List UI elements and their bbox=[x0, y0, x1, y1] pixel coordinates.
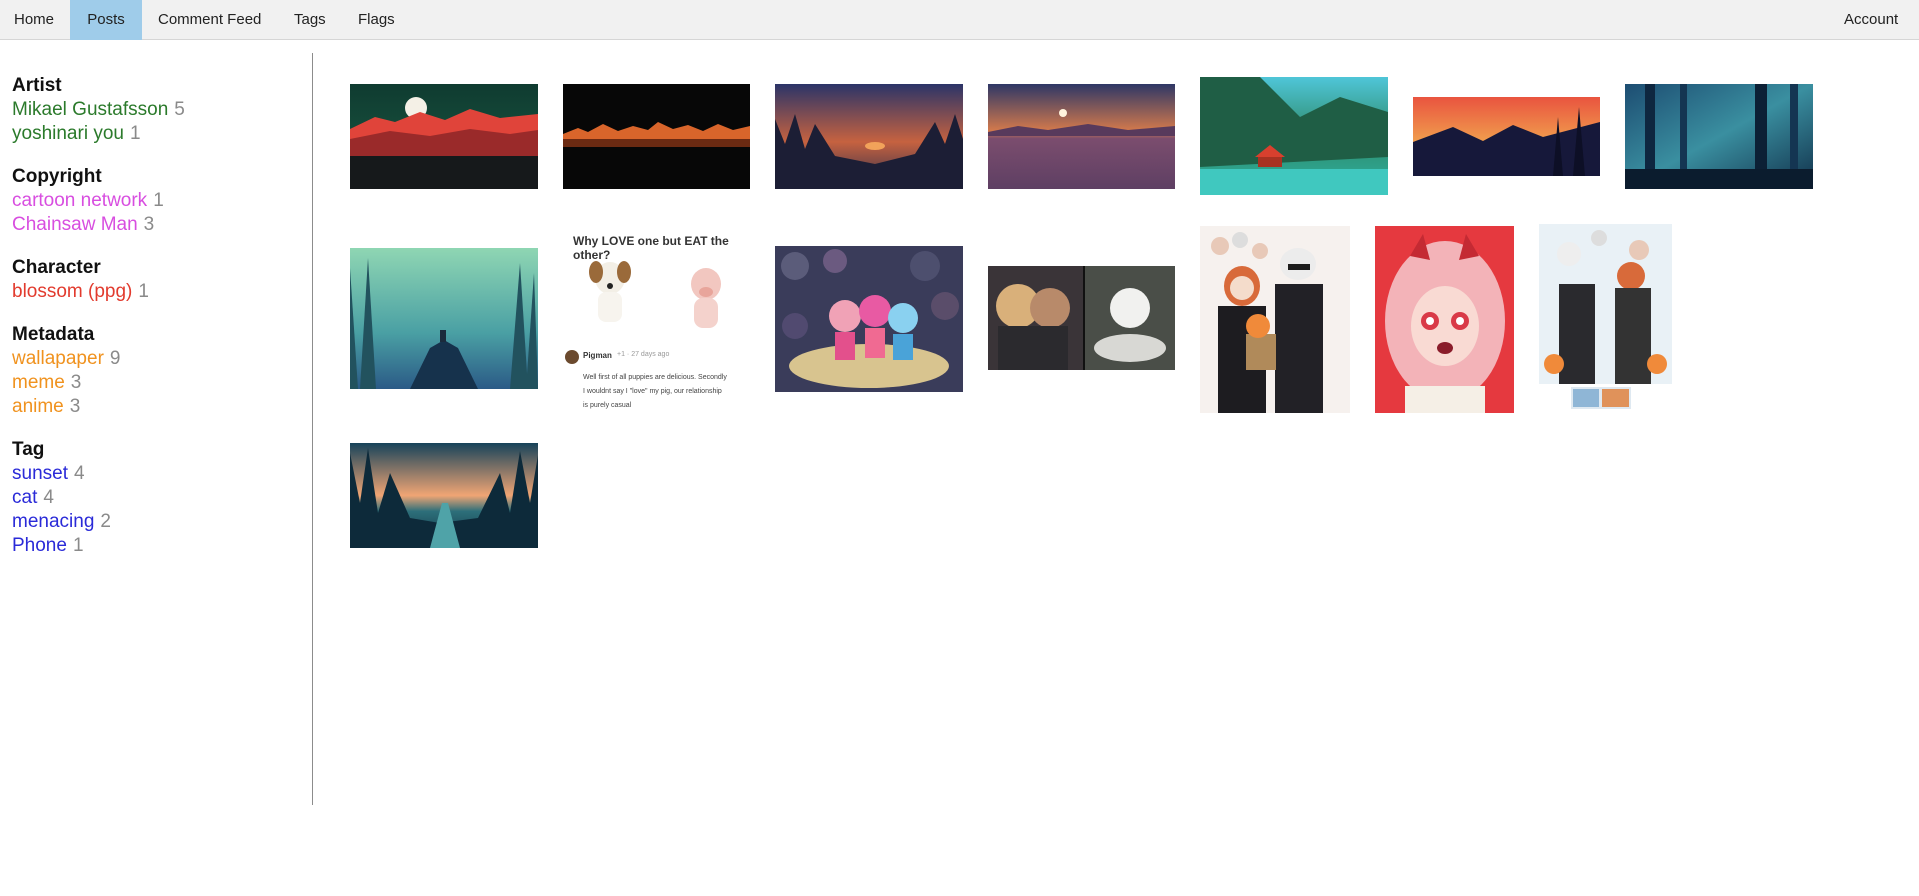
tag-group-metadata: Metadata wallapaper 9 meme 3 anime 3 bbox=[12, 323, 302, 419]
post-thumbnail-woman-yelling-at-cat[interactable] bbox=[988, 266, 1175, 370]
tag-group-title: Metadata bbox=[12, 324, 95, 345]
tag-group-character: Character blossom (ppg) 1 bbox=[12, 256, 302, 304]
tag-item: yoshinari you 1 bbox=[12, 122, 302, 146]
tag-count: 3 bbox=[70, 372, 82, 393]
tag-count: 5 bbox=[174, 99, 185, 120]
tag-count: 1 bbox=[138, 281, 149, 302]
tag-item: menacing 2 bbox=[12, 510, 302, 534]
tag-count: 3 bbox=[69, 396, 81, 417]
post-thumbnail-forest-sunset-lake[interactable] bbox=[775, 84, 963, 189]
tag-item: anime 3 bbox=[12, 395, 302, 419]
post-thumbnail-red-mountains[interactable] bbox=[350, 84, 538, 189]
nav-flags[interactable]: Flags bbox=[344, 0, 409, 40]
tag-item: meme 3 bbox=[12, 371, 302, 395]
post-thumbnail-pink-haired-girl[interactable] bbox=[1375, 226, 1514, 413]
tag-item: Mikael Gustafsson 5 bbox=[12, 98, 302, 122]
thumbnail-image bbox=[1200, 77, 1388, 195]
tag-item: Chainsaw Man 3 bbox=[12, 213, 302, 237]
tag-group-title: Tag bbox=[12, 439, 45, 460]
tag-count: 2 bbox=[100, 511, 111, 532]
comment-meta: +1 · 27 days ago bbox=[617, 351, 670, 358]
tag-link-cat[interactable]: cat bbox=[12, 487, 37, 508]
tag-link-anime[interactable]: anime bbox=[12, 396, 64, 417]
tag-link-meme[interactable]: meme bbox=[12, 372, 65, 393]
thumbnail-image bbox=[1375, 226, 1514, 413]
tag-count: 1 bbox=[129, 123, 141, 144]
tag-link-blossom-ppg[interactable]: blossom (ppg) bbox=[12, 281, 132, 302]
tag-item: blossom (ppg) 1 bbox=[12, 280, 302, 304]
tag-link-wallapaper[interactable]: wallapaper bbox=[12, 348, 104, 369]
pig-image bbox=[691, 268, 721, 328]
thumbnail-image bbox=[350, 443, 538, 548]
tag-item: sunset 4 bbox=[12, 462, 302, 486]
post-thumbnail-dog-pig-meme[interactable]: Why LOVE one but EAT the other? Pigman +… bbox=[563, 226, 750, 409]
thumbnail-image bbox=[350, 84, 538, 189]
tag-count: 4 bbox=[73, 463, 85, 484]
nav-posts[interactable]: Posts bbox=[70, 0, 142, 40]
tag-link-cartoon-network[interactable]: cartoon network bbox=[12, 190, 147, 211]
dog-image bbox=[589, 261, 631, 322]
post-thumbnail-teal-forest-river[interactable] bbox=[350, 443, 538, 548]
thumbnail-image bbox=[775, 84, 963, 189]
tag-link-sunset[interactable]: sunset bbox=[12, 463, 68, 484]
tag-count: 4 bbox=[43, 487, 54, 508]
post-thumbnail-chainsaw-man-duo[interactable] bbox=[1200, 226, 1350, 413]
thumbnail-image bbox=[1200, 226, 1350, 413]
tag-group-tag: Tag sunset 4 cat 4 menacing 2 Phone 1 bbox=[12, 438, 302, 558]
thumbnail-image bbox=[988, 266, 1175, 370]
tag-count: 1 bbox=[72, 535, 84, 556]
tag-group-title: Copyright bbox=[12, 166, 102, 187]
sidebar-divider bbox=[312, 53, 313, 805]
thumbnail-image bbox=[563, 84, 750, 189]
nav-tags[interactable]: Tags bbox=[280, 0, 340, 40]
post-thumbnail-phone-wallpaper[interactable] bbox=[1539, 224, 1672, 412]
thumbnail-image bbox=[988, 84, 1175, 189]
post-thumbnail-blue-forest[interactable] bbox=[1625, 84, 1813, 189]
tag-group-title: Character bbox=[12, 257, 101, 278]
comment-line: is purely casual bbox=[583, 402, 632, 409]
thumbnail-image bbox=[775, 246, 963, 392]
tag-item: Phone 1 bbox=[12, 534, 302, 558]
thumbnail-image bbox=[1413, 97, 1600, 176]
tag-count: 3 bbox=[143, 214, 155, 235]
nav-comment-feed[interactable]: Comment Feed bbox=[144, 0, 275, 40]
tag-sidebar: Artist Mikael Gustafsson 5 yoshinari you 1… bbox=[12, 74, 302, 577]
nav-home[interactable]: Home bbox=[0, 0, 68, 40]
thumbnail-image bbox=[1625, 84, 1813, 189]
post-thumbnail-red-sunset-pines[interactable] bbox=[1413, 97, 1600, 176]
tag-group-copyright: Copyright cartoon network 1 Chainsaw Man 3 bbox=[12, 165, 302, 237]
post-thumbnail-fox-on-rock[interactable] bbox=[350, 248, 538, 389]
commenter-name: Pigman bbox=[583, 351, 612, 360]
commenter-avatar-icon bbox=[565, 350, 579, 364]
tag-group-artist: Artist Mikael Gustafsson 5 yoshinari you 1 bbox=[12, 74, 302, 146]
post-thumbnail-purple-lake[interactable] bbox=[988, 84, 1175, 189]
tag-count: 9 bbox=[109, 348, 121, 369]
tag-count: 1 bbox=[153, 190, 164, 211]
top-navbar: Home Posts Comment Feed Tags Flags Accou… bbox=[0, 0, 1919, 40]
tag-link-yoshinari-you[interactable]: yoshinari you bbox=[12, 123, 124, 144]
tag-link-phone[interactable]: Phone bbox=[12, 535, 67, 556]
tag-link-menacing[interactable]: menacing bbox=[12, 511, 94, 532]
thumbnail-image bbox=[1539, 224, 1672, 409]
tag-group-title: Artist bbox=[12, 75, 62, 96]
post-thumbnail-dark-horizon[interactable] bbox=[563, 84, 750, 189]
nav-account[interactable]: Account bbox=[1830, 0, 1912, 40]
tag-item: cat 4 bbox=[12, 486, 302, 510]
tag-item: cartoon network 1 bbox=[12, 189, 302, 213]
comment-line: I wouldnt say I "love" my pig, our relat… bbox=[583, 388, 722, 395]
post-thumbnail-cartoon-crowd[interactable] bbox=[775, 246, 963, 392]
comment-line: Well first of all puppies are delicious.… bbox=[583, 374, 727, 381]
tag-item: wallapaper 9 bbox=[12, 347, 302, 371]
post-thumbnail-teal-forest-cabin[interactable] bbox=[1200, 77, 1388, 195]
tag-link-chainsaw-man[interactable]: Chainsaw Man bbox=[12, 214, 138, 235]
thumbnail-image bbox=[350, 248, 538, 389]
tag-link-mikael-gustafsson[interactable]: Mikael Gustafsson bbox=[12, 99, 168, 120]
